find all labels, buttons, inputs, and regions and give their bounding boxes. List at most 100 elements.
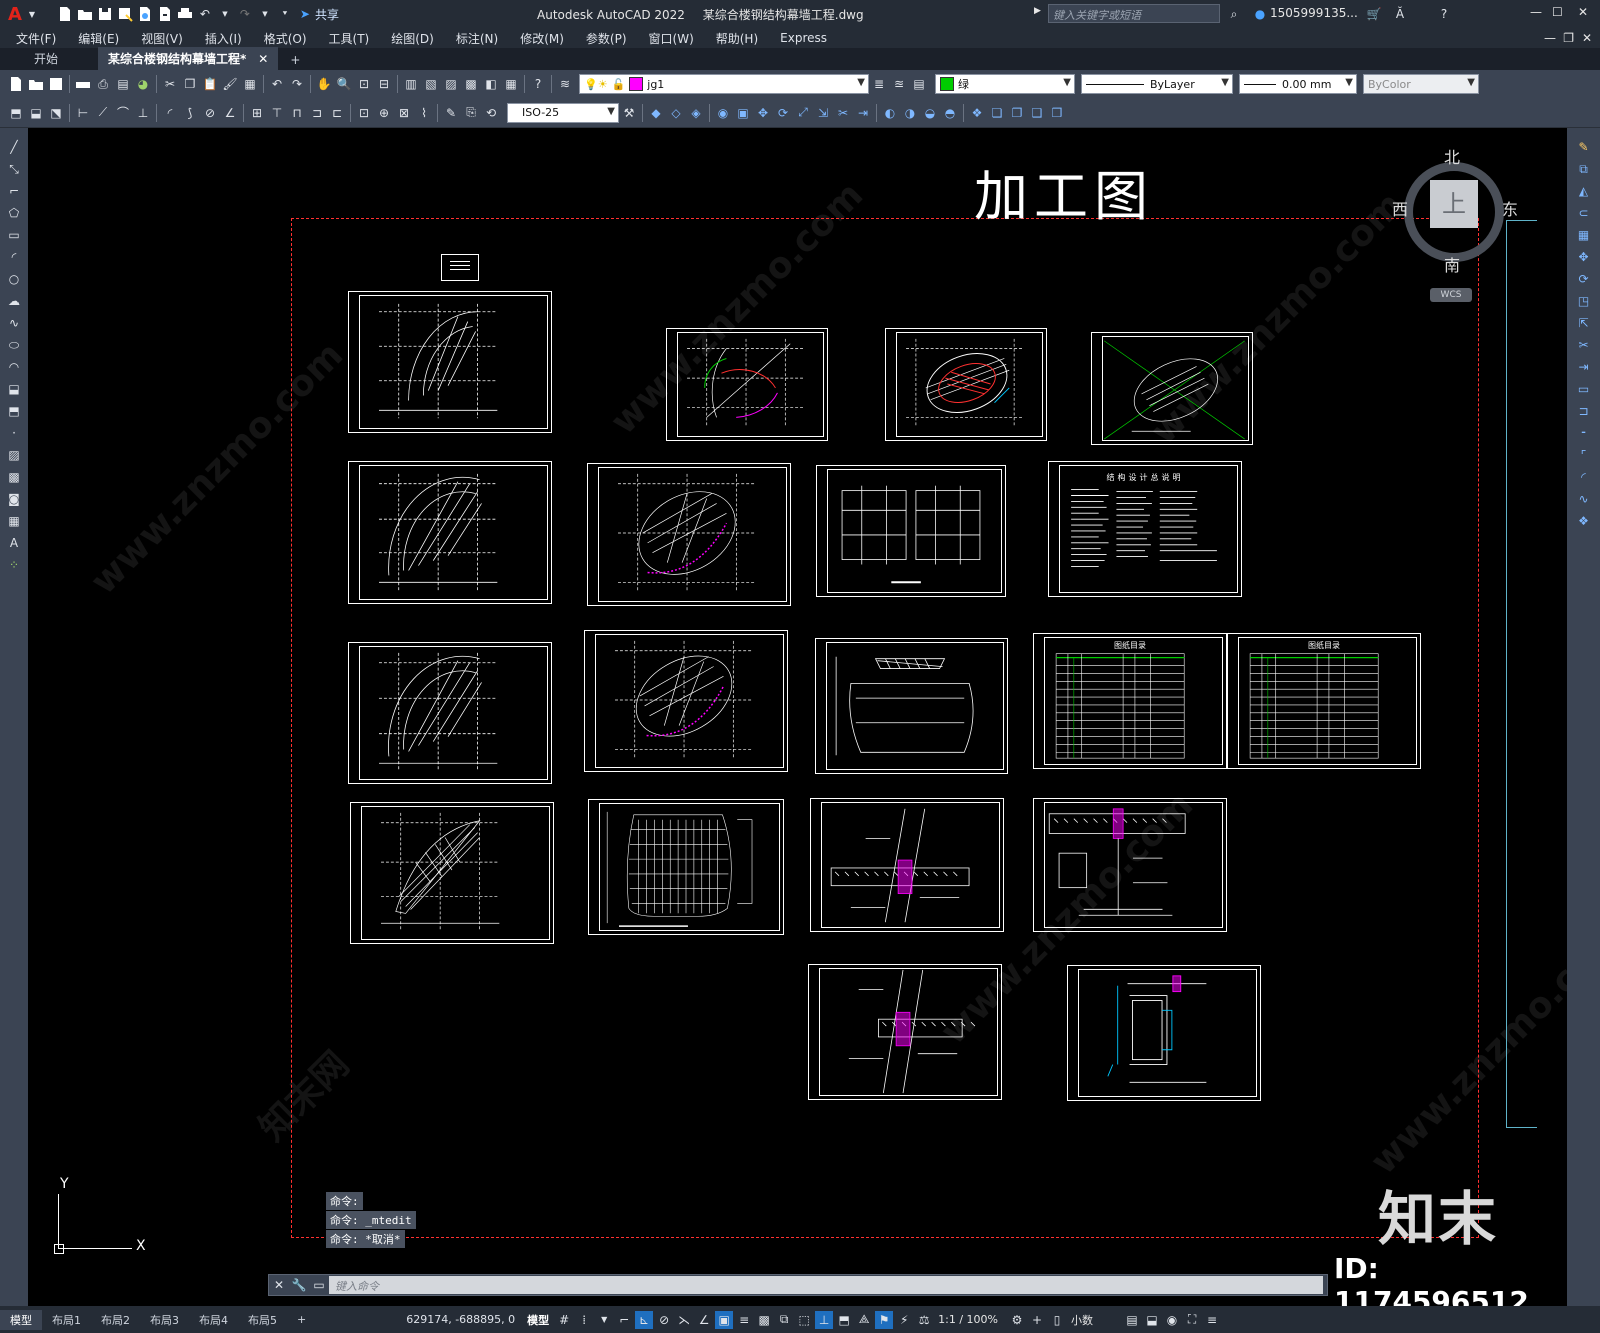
help-toolbar-icon[interactable]: ? bbox=[529, 75, 547, 93]
menu-parametric[interactable]: 参数(P) bbox=[586, 30, 627, 47]
viewcube[interactable]: 北 南 西 东 上 WCS bbox=[1386, 144, 1518, 314]
edit-text-icon[interactable]: ❒ bbox=[1048, 104, 1066, 122]
edit-hatch-icon[interactable]: ❑ bbox=[1028, 104, 1046, 122]
infer-constraints-icon[interactable]: ⊾ bbox=[635, 1310, 654, 1329]
drawing-sheet[interactable] bbox=[350, 802, 554, 944]
drawing-sheet[interactable] bbox=[587, 463, 791, 606]
move-side-icon[interactable]: ✥ bbox=[1575, 248, 1593, 266]
menu-edit[interactable]: 编辑(E) bbox=[78, 30, 119, 47]
redo-dropdown-icon[interactable]: ▼ bbox=[256, 5, 274, 23]
make-layer-current-icon[interactable]: ≣ bbox=[870, 75, 888, 93]
app-menu-chevron-icon[interactable]: ▼ bbox=[23, 5, 41, 23]
print-preview-icon[interactable]: ⎙ bbox=[94, 75, 112, 93]
gradient-icon[interactable]: ▩ bbox=[5, 468, 23, 486]
menu-view[interactable]: 视图(V) bbox=[141, 30, 183, 47]
annotation-monitor-icon[interactable]: + bbox=[1028, 1311, 1046, 1329]
viewcube-top-face[interactable]: 上 bbox=[1430, 180, 1478, 228]
arc-icon[interactable]: ◜ bbox=[5, 248, 23, 266]
layer-properties-icon[interactable]: ≋ bbox=[556, 75, 574, 93]
layout-tab[interactable]: 布局1 bbox=[42, 1310, 91, 1330]
center-mark-icon[interactable]: ⊕ bbox=[375, 104, 393, 122]
dimstyle-manager-icon[interactable]: ⚒ bbox=[620, 104, 638, 122]
model-space-toggle[interactable]: 模型 bbox=[527, 1312, 549, 1328]
menu-insert[interactable]: 插入(I) bbox=[205, 30, 242, 47]
clean-screen-icon[interactable]: ⛶ bbox=[1183, 1311, 1201, 1329]
save-icon[interactable] bbox=[96, 5, 114, 23]
block-editor-icon[interactable]: ▦ bbox=[241, 75, 259, 93]
menu-format[interactable]: 格式(O) bbox=[264, 30, 307, 47]
layout-tab[interactable]: 布局2 bbox=[91, 1310, 140, 1330]
save-web-icon[interactable] bbox=[156, 5, 174, 23]
selection-filter-icon[interactable]: ⬒ bbox=[835, 1311, 853, 1329]
minimize-button[interactable]: — bbox=[1530, 5, 1542, 19]
construction-line-icon[interactable]: ⤡ bbox=[5, 160, 23, 178]
drawing-sheet[interactable] bbox=[816, 465, 1006, 597]
new-layout-button[interactable]: + bbox=[287, 1311, 316, 1328]
command-close-icon[interactable]: ✕ bbox=[270, 1276, 288, 1294]
mtext-icon[interactable]: A bbox=[5, 534, 23, 552]
stretch-icon[interactable]: ⇲ bbox=[814, 104, 832, 122]
drawing-sheet[interactable] bbox=[666, 328, 828, 441]
copy-object-icon[interactable]: ◇ bbox=[667, 104, 685, 122]
drawing-sheet[interactable] bbox=[1067, 965, 1261, 1101]
fillet-icon[interactable]: ◓ bbox=[941, 104, 959, 122]
layout-tab[interactable]: 布局3 bbox=[140, 1310, 189, 1330]
customization-icon[interactable]: ≡ bbox=[1203, 1311, 1221, 1329]
break-at-point-icon[interactable]: ▭ bbox=[1575, 380, 1593, 398]
drawing-sheet[interactable]: 图纸目录 bbox=[1033, 633, 1227, 769]
linetype-dropdown[interactable]: ByLayer ▼ bbox=[1081, 74, 1233, 94]
open-file-icon[interactable] bbox=[76, 5, 94, 23]
share-icon[interactable]: ➤ bbox=[296, 5, 314, 23]
offset-side-icon[interactable]: ⊂ bbox=[1575, 204, 1593, 222]
properties-icon[interactable]: ▥ bbox=[402, 75, 420, 93]
pan-icon[interactable]: ✋ bbox=[315, 75, 333, 93]
search-input[interactable]: 键入关键字或短语 bbox=[1048, 4, 1220, 23]
drawing-sheet[interactable] bbox=[1033, 798, 1227, 932]
quick-dim-icon[interactable]: ⊞ bbox=[248, 104, 266, 122]
dim-diameter-icon[interactable]: ⊘ bbox=[201, 104, 219, 122]
move-icon[interactable]: ✥ bbox=[754, 104, 772, 122]
plot-icon[interactable] bbox=[176, 5, 194, 23]
insert-block-side-icon[interactable]: ⬓ bbox=[5, 380, 23, 398]
drawing-sheet[interactable] bbox=[815, 638, 1008, 774]
maximize-button[interactable]: ☐ bbox=[1552, 5, 1563, 19]
scale-side-icon[interactable]: ◳ bbox=[1575, 292, 1593, 310]
zoom-realtime-icon[interactable]: 🔍 bbox=[335, 75, 353, 93]
inspect-icon[interactable]: ⊠ bbox=[395, 104, 413, 122]
add-selected-icon[interactable]: ⁘ bbox=[5, 556, 23, 574]
qnew-icon[interactable] bbox=[7, 75, 25, 93]
share-button[interactable]: 共享 bbox=[315, 6, 339, 23]
dim-continue-icon[interactable]: ⊓ bbox=[288, 104, 306, 122]
dim-break-icon[interactable]: ⊏ bbox=[328, 104, 346, 122]
join-side-icon[interactable]: ⁃ bbox=[1575, 424, 1593, 442]
transparency-icon[interactable]: ▩ bbox=[755, 1311, 773, 1329]
spline-icon[interactable]: ∿ bbox=[5, 314, 23, 332]
drawing-sheet[interactable] bbox=[348, 642, 552, 784]
mirror-icon[interactable]: ◈ bbox=[687, 104, 705, 122]
explode-side-icon[interactable]: ❖ bbox=[1575, 512, 1593, 530]
blend-icon[interactable]: ∿ bbox=[1575, 490, 1593, 508]
command-prompt-icon[interactable]: ▭ bbox=[310, 1276, 328, 1294]
print-icon[interactable] bbox=[74, 75, 92, 93]
chamfer-icon[interactable]: ◒ bbox=[921, 104, 939, 122]
cut-icon[interactable]: ✂ bbox=[161, 75, 179, 93]
extend-side-icon[interactable]: ⇥ bbox=[1575, 358, 1593, 376]
design-center-icon[interactable]: ▧ bbox=[422, 75, 440, 93]
viewcube-north[interactable]: 北 bbox=[1444, 144, 1460, 168]
tolerance-icon[interactable]: ⊡ bbox=[355, 104, 373, 122]
line-icon[interactable]: ╱ bbox=[5, 138, 23, 156]
point-style-icon[interactable]: ⬔ bbox=[47, 104, 65, 122]
layout-tab[interactable]: 布局5 bbox=[238, 1310, 287, 1330]
rectangle-icon[interactable]: ▭ bbox=[5, 226, 23, 244]
plotstyle-dropdown[interactable]: ByColor ▼ bbox=[1363, 74, 1479, 94]
chamfer-side-icon[interactable]: ⌜ bbox=[1575, 446, 1593, 464]
layer-previous-icon[interactable]: ≊ bbox=[890, 75, 908, 93]
polar-tracking-icon[interactable]: ⊘ bbox=[655, 1311, 673, 1329]
drawing-sheet[interactable] bbox=[584, 630, 788, 772]
undo-dropdown-icon[interactable]: ▼ bbox=[216, 5, 234, 23]
isolate-objects-icon[interactable]: ⬓ bbox=[1143, 1311, 1161, 1329]
dim-baseline-icon[interactable]: ⊤ bbox=[268, 104, 286, 122]
paste-icon[interactable]: 📋 bbox=[201, 75, 219, 93]
dim-angular-icon[interactable]: ∠ bbox=[221, 104, 239, 122]
annotation-visibility-icon[interactable]: ⚑ bbox=[875, 1310, 894, 1329]
